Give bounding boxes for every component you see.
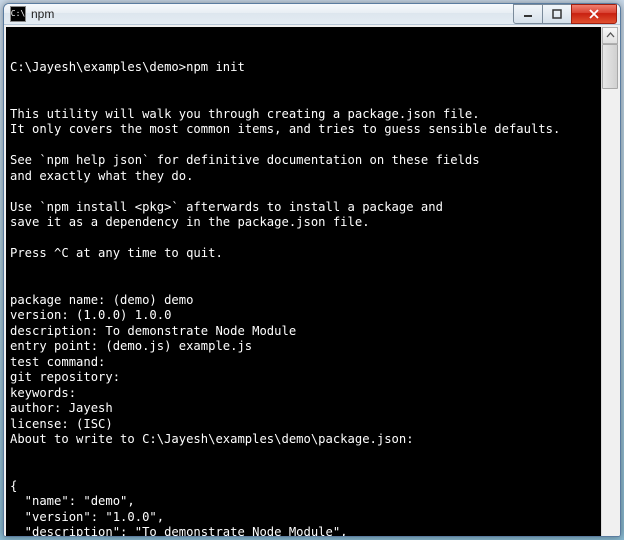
maximize-icon [552, 9, 562, 19]
chevron-up-icon [606, 31, 615, 40]
minimize-icon [523, 9, 533, 19]
terminal-output[interactable]: C:\Jayesh\examples\demo>npm init This ut… [6, 27, 601, 537]
intro-text: This utility will walk you through creat… [10, 107, 597, 262]
scrollbar [601, 27, 618, 537]
prompt: C:\Jayesh\examples\demo> [10, 60, 186, 74]
minimize-button[interactable] [513, 4, 543, 24]
titlebar[interactable]: C:\ npm [4, 4, 620, 25]
app-icon: C:\ [10, 6, 26, 22]
window-title: npm [31, 7, 514, 21]
json-preview: { "name": "demo", "version": "1.0.0", "d… [10, 479, 597, 538]
typed-command: npm init [186, 60, 245, 74]
close-button[interactable] [571, 4, 617, 24]
window-controls [514, 4, 617, 24]
scroll-thumb[interactable] [602, 44, 618, 89]
maximize-button[interactable] [542, 4, 572, 24]
close-icon [588, 9, 600, 19]
console-window: C:\ npm C:\Jayesh\examples\demo>npm init… [3, 3, 621, 537]
prompt-answers: package name: (demo) demo version: (1.0.… [10, 293, 597, 448]
scroll-track[interactable] [602, 44, 618, 537]
command-line: C:\Jayesh\examples\demo>npm init [10, 60, 597, 76]
client-area: C:\Jayesh\examples\demo>npm init This ut… [4, 25, 620, 537]
scroll-up-button[interactable] [602, 27, 618, 44]
